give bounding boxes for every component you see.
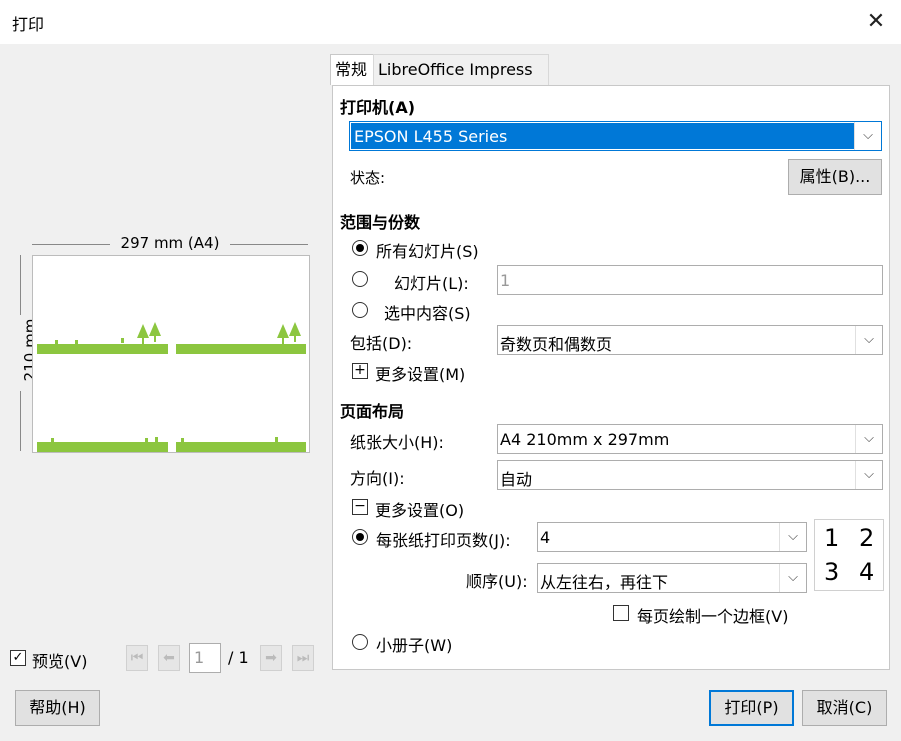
order-cell: 3 [824, 558, 840, 586]
page-number-value: 1 [194, 648, 205, 667]
cancel-button[interactable]: 取消(C) [802, 690, 887, 726]
preview-page-graphic [37, 344, 168, 354]
range-more-settings[interactable]: 更多设置(M) [375, 361, 465, 385]
window-title: 打印 [12, 15, 45, 34]
pages-per-sheet-value: 4 [540, 528, 551, 547]
chevron-down-icon: ⌵ [855, 461, 882, 489]
printer-select-value: EPSON L455 Series [354, 127, 508, 146]
close-icon[interactable]: ✕ [860, 6, 892, 38]
orientation-label: 方向(I): [350, 469, 405, 488]
chevron-down-icon: ⌵ [779, 523, 806, 551]
printer-properties-button[interactable]: 属性(B)... [788, 159, 882, 195]
next-page-icon[interactable]: ➡ [260, 645, 282, 671]
printer-heading: 打印机(A) [340, 98, 416, 117]
print-preview [32, 255, 310, 453]
draw-border-label: 每页绘制一个边框(V) [637, 607, 789, 626]
printer-select[interactable]: EPSON L455 Series ⌵ [349, 121, 882, 151]
brochure-radio[interactable] [352, 634, 368, 650]
preview-page-graphic [176, 442, 306, 452]
preview-page-graphic [176, 344, 306, 354]
slides-input-value: 1 [500, 271, 511, 290]
slides-label: 幻灯片(L): [394, 274, 469, 293]
expand-icon[interactable]: + [352, 363, 368, 379]
tab-libreoffice-impress[interactable]: LibreOffice Impress [373, 54, 549, 85]
title-bar [0, 0, 901, 44]
order-select[interactable]: 从左往右，再往下 ⌵ [537, 563, 807, 593]
order-label: 顺序(U): [466, 572, 528, 591]
page-order-preview: 1 2 3 4 [814, 519, 884, 591]
paper-size-select[interactable]: A4 210mm x 297mm ⌵ [497, 424, 883, 454]
pages-per-sheet-select[interactable]: 4 ⌵ [537, 522, 807, 552]
layout-more-settings[interactable]: 更多设置(O) [375, 497, 464, 521]
chevron-down-icon: ⌵ [855, 326, 882, 354]
brochure-label: 小册子(W) [376, 636, 453, 655]
orientation-select[interactable]: 自动 ⌵ [497, 460, 883, 490]
tab-general[interactable]: 常规 [330, 54, 376, 85]
paper-size-value: A4 210mm x 297mm [500, 430, 670, 449]
orientation-value: 自动 [500, 470, 533, 489]
page-number-input[interactable]: 1 [189, 643, 221, 673]
previous-page-icon[interactable]: ⬅ [158, 645, 180, 671]
preview-checkbox[interactable]: ✓ [10, 650, 26, 666]
pages-per-sheet-radio[interactable] [352, 529, 368, 545]
draw-border-checkbox[interactable] [613, 605, 629, 621]
order-cell: 4 [859, 558, 875, 586]
paper-width-label: 297 mm (A4) [116, 234, 224, 252]
print-button[interactable]: 打印(P) [709, 690, 794, 726]
chevron-down-icon: ⌵ [855, 425, 882, 453]
last-page-icon[interactable]: ⏭ [292, 645, 314, 671]
include-label: 包括(D): [350, 334, 413, 353]
pages-per-sheet-label: 每张纸打印页数(J): [376, 531, 511, 550]
preview-checkbox-label: 预览(V) [32, 652, 88, 671]
slides-input[interactable]: 1 [497, 265, 883, 295]
all-slides-radio[interactable] [352, 240, 368, 256]
chevron-down-icon: ⌵ [854, 122, 881, 150]
paper-size-label: 纸张大小(H): [350, 433, 444, 452]
preview-page-graphic [37, 442, 168, 452]
order-value: 从左往右，再往下 [540, 573, 669, 592]
status-label: 状态: [350, 169, 386, 187]
selection-label: 选中内容(S) [384, 304, 471, 323]
order-cell: 2 [859, 524, 875, 552]
range-heading: 范围与份数 [340, 213, 421, 232]
first-page-icon[interactable]: ⏮ [126, 645, 148, 671]
selection-radio[interactable] [352, 302, 368, 318]
help-button[interactable]: 帮助(H) [15, 690, 100, 726]
collapse-icon[interactable]: − [352, 499, 368, 515]
include-select[interactable]: 奇数页和偶数页 ⌵ [497, 325, 883, 355]
slides-radio[interactable] [352, 271, 368, 287]
layout-heading: 页面布局 [340, 402, 405, 421]
chevron-down-icon: ⌵ [779, 564, 806, 592]
order-cell: 1 [824, 524, 840, 552]
include-select-value: 奇数页和偶数页 [500, 335, 613, 354]
paper-width-dimension: 297 mm (A4) [32, 234, 308, 254]
all-slides-label: 所有幻灯片(S) [376, 242, 479, 261]
page-total-label: / 1 [228, 648, 249, 667]
